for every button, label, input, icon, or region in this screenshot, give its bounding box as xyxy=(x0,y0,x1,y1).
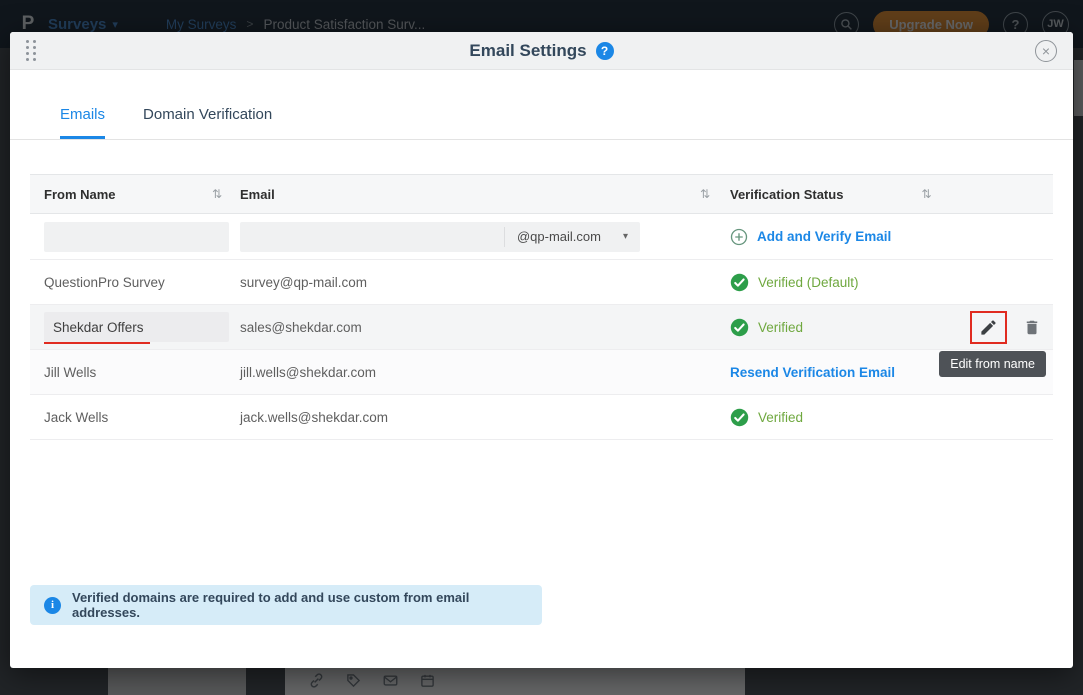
header-email: Email xyxy=(240,187,275,202)
status-text: Verified xyxy=(758,320,803,335)
info-icon: i xyxy=(44,597,61,614)
domain-dropdown[interactable]: @qp-mail.com ▾ xyxy=(504,227,640,247)
sort-icon-verification-status[interactable]: ⇅ xyxy=(921,187,931,201)
status-text: Verified xyxy=(758,410,803,425)
info-banner: i Verified domains are required to add a… xyxy=(30,585,542,625)
title-help-icon[interactable]: ? xyxy=(596,42,614,60)
email-row-jack-wells: Jack Wells jack.wells@shekdar.com Verifi… xyxy=(30,395,1053,440)
info-banner-text: Verified domains are required to add and… xyxy=(72,590,528,620)
domain-dropdown-value: @qp-mail.com xyxy=(517,229,601,244)
add-email-row: @qp-mail.com ▾ Add and Verify Email xyxy=(30,214,1053,260)
from-name-text: QuestionPro Survey xyxy=(44,275,165,290)
header-verification-status: Verification Status xyxy=(730,187,843,202)
from-name-edit-input[interactable] xyxy=(44,312,229,342)
modal-tabs: Emails Domain Verification xyxy=(10,70,1073,140)
header-from-name: From Name xyxy=(44,187,116,202)
status-badge: Verified (Default) xyxy=(730,273,859,292)
check-circle-icon xyxy=(730,273,749,292)
annotation-red-box xyxy=(970,311,1007,344)
sort-icon-from-name[interactable]: ⇅ xyxy=(212,187,222,201)
status-badge: Verified xyxy=(730,318,803,337)
new-email-input[interactable] xyxy=(240,222,504,252)
tab-domain-verification[interactable]: Domain Verification xyxy=(143,106,272,139)
add-and-verify-email-label: Add and Verify Email xyxy=(757,229,891,244)
email-settings-modal: Email Settings ? × Emails Domain Verific… xyxy=(10,32,1073,668)
delete-email-button[interactable] xyxy=(1023,318,1041,337)
email-text: jill.wells@shekdar.com xyxy=(240,365,376,380)
email-row-shekdar-offers: sales@shekdar.com Verified xyxy=(30,305,1053,350)
status-badge: Verified xyxy=(730,408,803,427)
emails-table: From Name ⇅ Email ⇅ Verification Status … xyxy=(30,174,1053,440)
email-row-questionpro-survey: QuestionPro Survey survey@qp-mail.com Ve… xyxy=(30,260,1053,305)
modal-header: Email Settings ? × xyxy=(10,32,1073,70)
add-and-verify-email-button[interactable]: Add and Verify Email xyxy=(730,228,891,246)
tab-emails[interactable]: Emails xyxy=(60,106,105,139)
check-circle-icon xyxy=(730,318,749,337)
table-header-row: From Name ⇅ Email ⇅ Verification Status … xyxy=(30,174,1053,214)
row-actions xyxy=(970,311,1053,344)
chevron-down-icon: ▾ xyxy=(623,231,628,242)
check-circle-icon xyxy=(730,408,749,427)
annotation-red-underline xyxy=(44,342,150,344)
from-name-text: Jill Wells xyxy=(44,365,96,380)
new-email-combo: @qp-mail.com ▾ xyxy=(240,222,640,252)
pencil-icon xyxy=(979,318,998,337)
edit-from-name-tooltip: Edit from name xyxy=(939,351,1046,377)
close-icon[interactable]: × xyxy=(1035,40,1057,62)
email-text: survey@qp-mail.com xyxy=(240,275,367,290)
edit-from-name-button[interactable] xyxy=(979,318,998,337)
from-name-text: Jack Wells xyxy=(44,410,108,425)
sort-icon-email[interactable]: ⇅ xyxy=(700,187,710,201)
new-from-name-input[interactable] xyxy=(44,222,229,252)
plus-circle-icon xyxy=(730,228,748,246)
email-row-jill-wells: Jill Wells jill.wells@shekdar.com Resend… xyxy=(30,350,1053,395)
trash-icon xyxy=(1023,318,1041,337)
resend-verification-email-link[interactable]: Resend Verification Email xyxy=(730,365,895,380)
modal-title: Email Settings xyxy=(469,41,586,61)
email-text: jack.wells@shekdar.com xyxy=(240,410,388,425)
email-text: sales@shekdar.com xyxy=(240,320,362,335)
drag-handle-icon[interactable] xyxy=(26,40,37,62)
status-text: Verified (Default) xyxy=(758,275,859,290)
